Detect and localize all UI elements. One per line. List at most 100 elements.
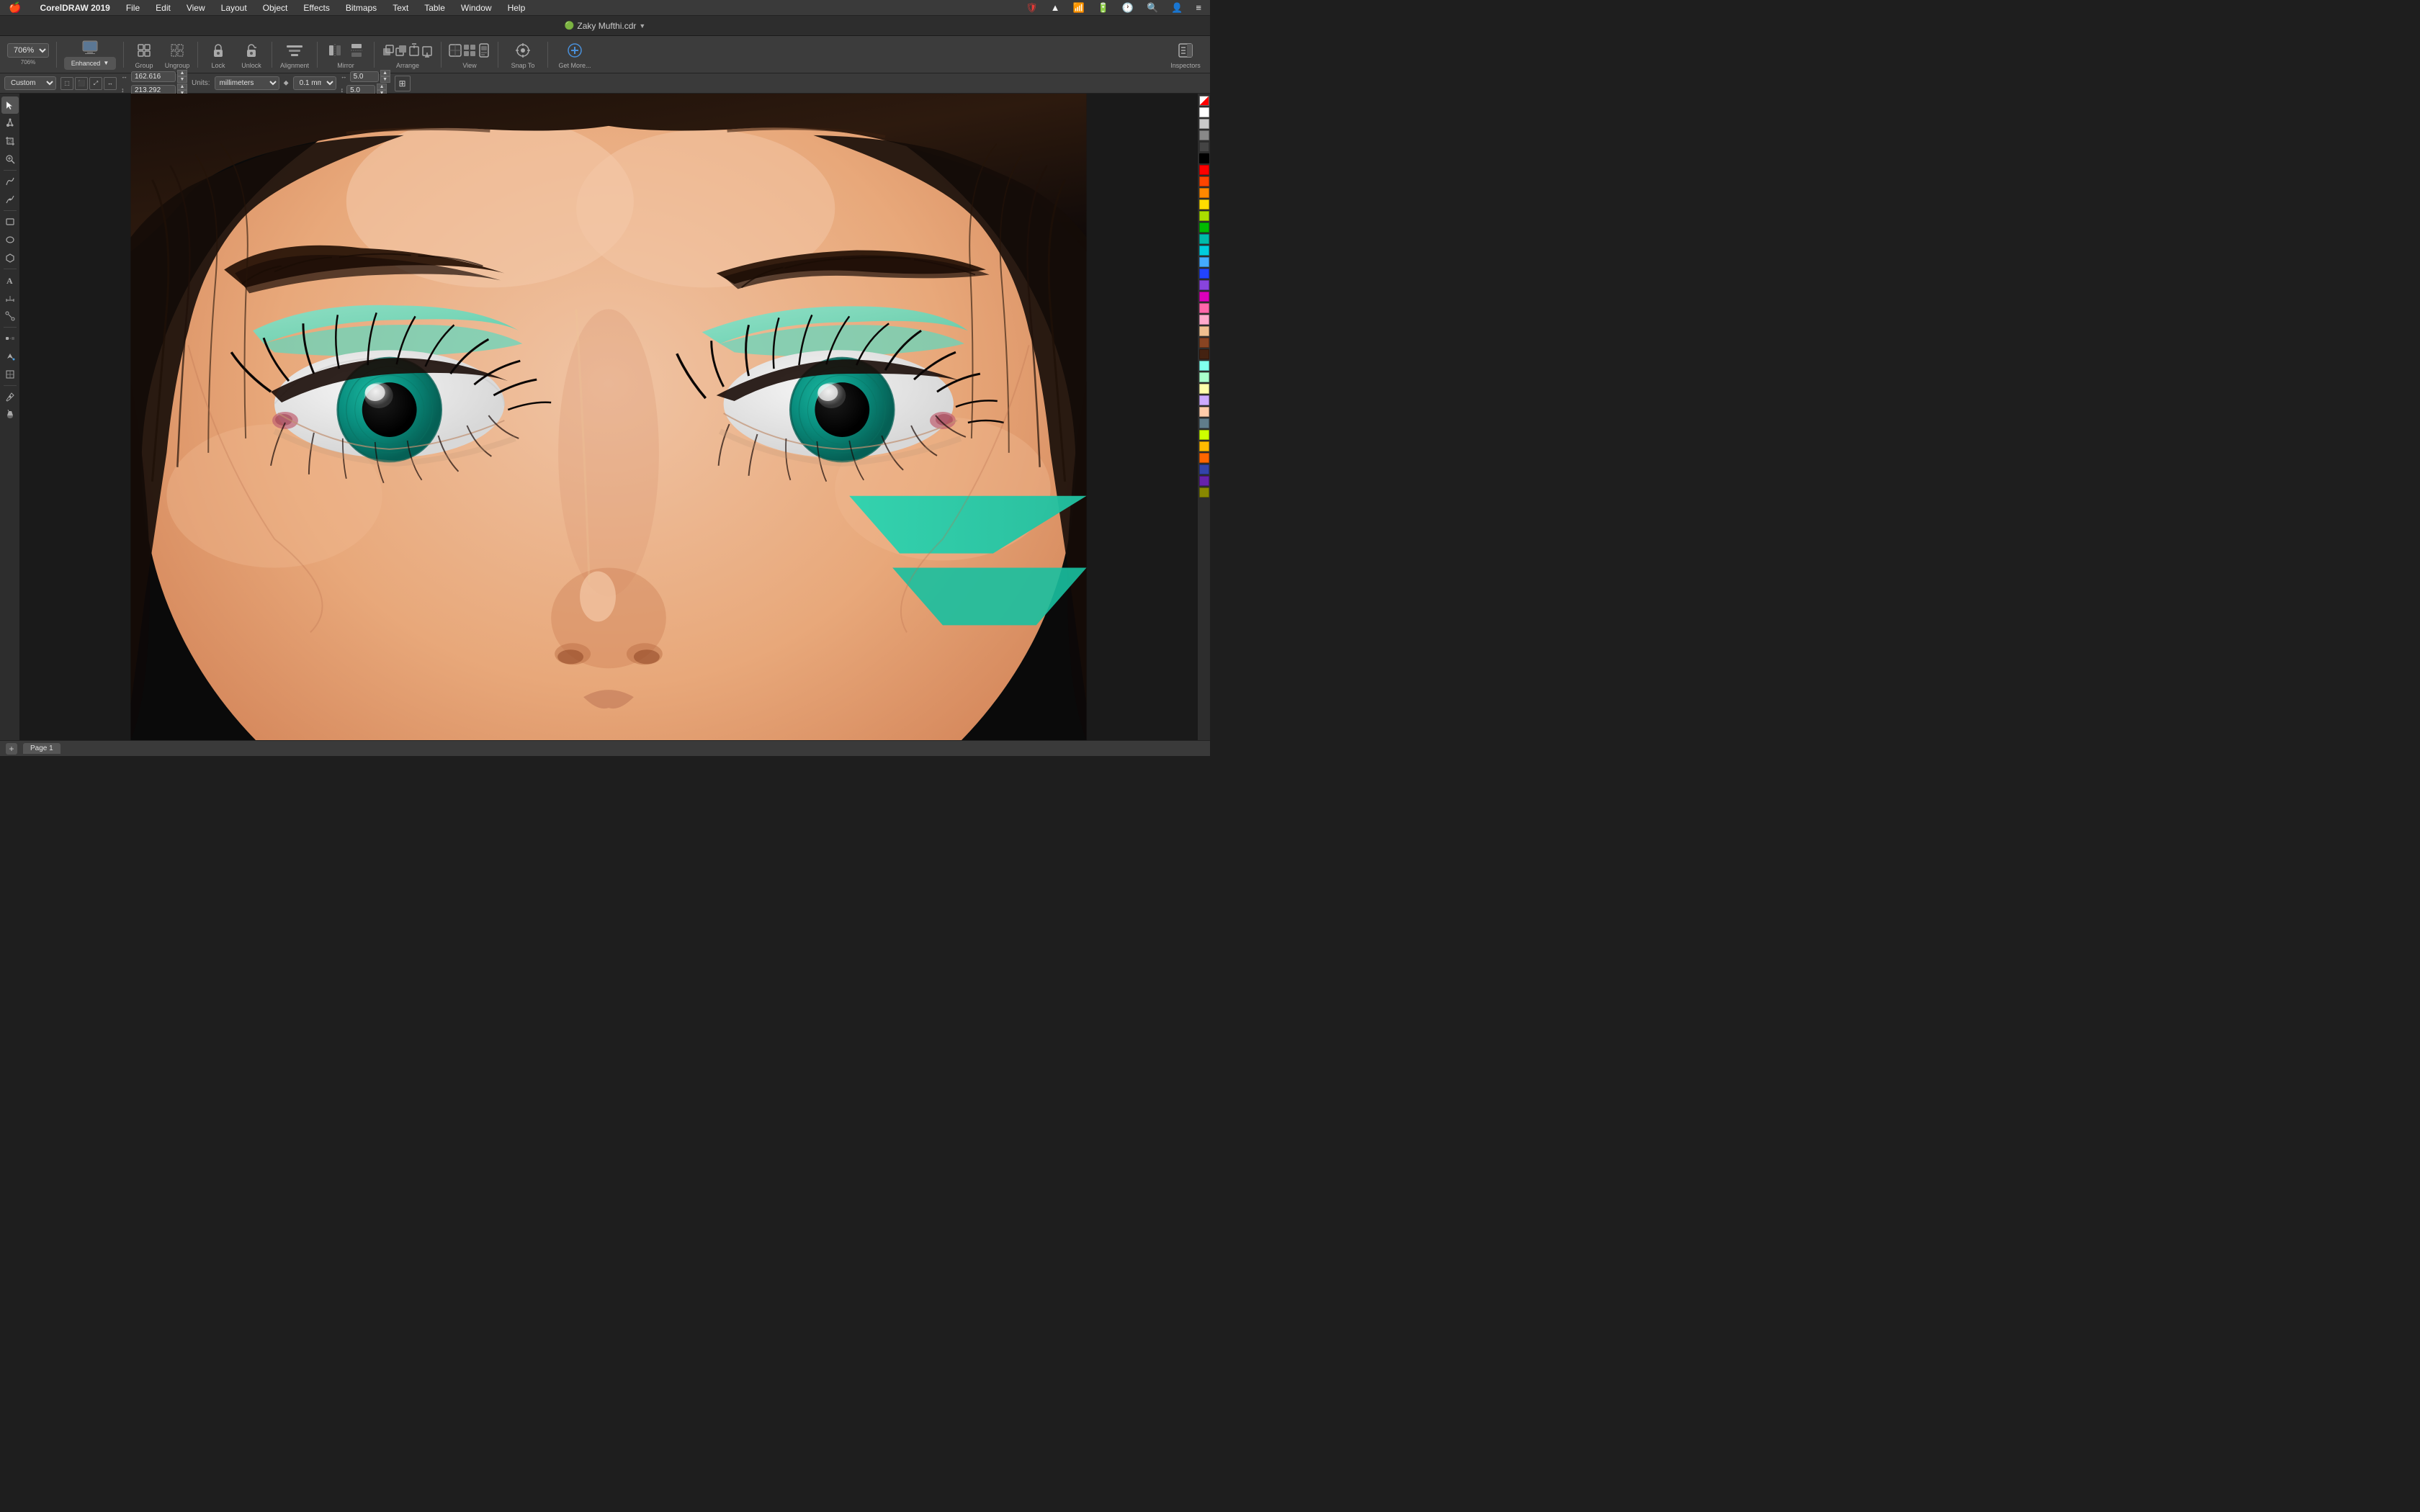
menu-bitmaps[interactable]: Bitmaps bbox=[343, 1, 380, 14]
menu-view[interactable]: View bbox=[184, 1, 208, 14]
select-tool-button[interactable] bbox=[1, 96, 19, 114]
color-swatch-brown[interactable] bbox=[1199, 338, 1209, 348]
title-dropdown-icon[interactable]: ▼ bbox=[639, 22, 645, 30]
menu-app[interactable]: CorelDRAW 2019 bbox=[37, 1, 112, 14]
color-swatch-orange[interactable] bbox=[1199, 188, 1209, 198]
color-swatch-darkgray[interactable] bbox=[1199, 142, 1209, 152]
menu-effects[interactable]: Effects bbox=[300, 1, 332, 14]
ellipse-tool-button[interactable] bbox=[1, 231, 19, 248]
fill-tool-button[interactable] bbox=[1, 348, 19, 365]
view-modes-group[interactable]: Enhanced ▼ bbox=[61, 38, 119, 71]
color-swatch-skin[interactable] bbox=[1199, 326, 1209, 336]
mirror-button[interactable]: Mirror bbox=[322, 38, 369, 71]
color-swatch-lime[interactable] bbox=[1199, 430, 1209, 440]
blend-tool-button[interactable] bbox=[1, 330, 19, 347]
color-swatch-lightgray[interactable] bbox=[1199, 119, 1209, 129]
color-swatch-light-blue[interactable] bbox=[1199, 257, 1209, 267]
nudge-x-up-button[interactable]: ▲ bbox=[380, 70, 390, 76]
page-tab-1[interactable]: Page 1 bbox=[23, 743, 60, 754]
color-swatch-magenta[interactable] bbox=[1199, 292, 1209, 302]
menu-window[interactable]: Window bbox=[458, 1, 495, 14]
canvas-area[interactable] bbox=[20, 94, 1197, 740]
arrange-button[interactable]: Arrange bbox=[379, 38, 436, 71]
thickness-select[interactable]: 0.1 mm 0.5 mm 1.0 mm bbox=[293, 76, 336, 90]
menu-text[interactable]: Text bbox=[390, 1, 411, 14]
width-down-button[interactable]: ▼ bbox=[177, 76, 187, 83]
color-swatch-light-pink[interactable] bbox=[1199, 315, 1209, 325]
menu-edit[interactable]: Edit bbox=[153, 1, 174, 14]
paint-tool-button[interactable] bbox=[1, 406, 19, 423]
nudge-x-input[interactable] bbox=[350, 71, 379, 82]
color-swatch-yellow[interactable] bbox=[1199, 199, 1209, 210]
color-swatch-yellow-green[interactable] bbox=[1199, 211, 1209, 221]
nudge-x-down-button[interactable]: ▼ bbox=[380, 76, 390, 83]
color-swatch-light-green[interactable] bbox=[1199, 372, 1209, 382]
color-swatch-light-teal[interactable] bbox=[1199, 361, 1209, 371]
color-swatch-olive[interactable] bbox=[1199, 487, 1209, 498]
menu-help[interactable]: Help bbox=[505, 1, 529, 14]
color-swatch-pale-yellow[interactable] bbox=[1199, 384, 1209, 394]
text-tool-button[interactable]: A bbox=[1, 271, 19, 289]
color-swatch-indigo[interactable] bbox=[1199, 464, 1209, 474]
group-button[interactable]: Group bbox=[128, 38, 160, 71]
menu-table[interactable]: Table bbox=[421, 1, 448, 14]
menu-object[interactable]: Object bbox=[260, 1, 291, 14]
alignment-button[interactable]: Alignment bbox=[277, 38, 313, 71]
color-swatch-steel-blue[interactable] bbox=[1199, 418, 1209, 428]
color-swatch-deep-orange[interactable] bbox=[1199, 453, 1209, 463]
lock-ratio-button[interactable]: ⬚ bbox=[60, 77, 73, 90]
search-icon[interactable]: 🔍 bbox=[1144, 1, 1161, 15]
color-swatch-cyan[interactable] bbox=[1199, 246, 1209, 256]
color-swatch-peach[interactable] bbox=[1199, 407, 1209, 417]
eyedropper-tool-button[interactable] bbox=[1, 388, 19, 405]
menu-file[interactable]: File bbox=[123, 1, 143, 14]
color-swatch-purple[interactable] bbox=[1199, 280, 1209, 290]
transform-button[interactable]: ⊞ bbox=[395, 76, 411, 91]
rectangle-tool-button[interactable] bbox=[1, 213, 19, 230]
zoom-tool-button[interactable] bbox=[1, 150, 19, 168]
color-swatch-black[interactable] bbox=[1199, 153, 1209, 163]
get-more-button[interactable]: Get More... bbox=[552, 38, 597, 71]
color-swatch-green[interactable] bbox=[1199, 222, 1209, 233]
color-swatch-lavender[interactable] bbox=[1199, 395, 1209, 405]
scale-btn[interactable]: ⤢ bbox=[89, 77, 102, 90]
inspectors-button[interactable]: Inspectors bbox=[1165, 38, 1206, 71]
nudge-y-up-button[interactable]: ▲ bbox=[377, 84, 387, 90]
ungroup-button[interactable]: Ungroup bbox=[161, 38, 193, 71]
notification-icon[interactable]: ≡ bbox=[1193, 1, 1204, 14]
color-swatch-transparent[interactable] bbox=[1199, 96, 1209, 106]
to-page-button[interactable]: ⬛ bbox=[75, 77, 88, 90]
smart-tool-button[interactable] bbox=[1, 191, 19, 208]
color-swatch-teal[interactable] bbox=[1199, 234, 1209, 244]
lock-button[interactable]: Lock bbox=[202, 38, 234, 71]
snap-to-button[interactable]: Snap To bbox=[503, 38, 543, 71]
width-up-button[interactable]: ▲ bbox=[177, 70, 187, 76]
zoom-select[interactable]: 706% 100% 200% 400% bbox=[7, 43, 49, 58]
color-swatch-amber[interactable] bbox=[1199, 441, 1209, 451]
freehand-tool-button[interactable] bbox=[1, 173, 19, 190]
height-up-button[interactable]: ▲ bbox=[177, 84, 187, 90]
color-swatch-gray[interactable] bbox=[1199, 130, 1209, 140]
unlock-button[interactable]: Unlock bbox=[236, 38, 267, 71]
connector-tool-button[interactable] bbox=[1, 307, 19, 325]
apple-menu[interactable]: 🍎 bbox=[6, 0, 24, 15]
width-input[interactable] bbox=[131, 71, 176, 82]
add-page-button[interactable]: + bbox=[6, 743, 17, 755]
color-swatch-red[interactable] bbox=[1199, 165, 1209, 175]
crop-tool-button[interactable] bbox=[1, 132, 19, 150]
dimension-tool-button[interactable] bbox=[1, 289, 19, 307]
units-select[interactable]: millimeters inches pixels centimeters bbox=[215, 76, 279, 90]
polygon-tool-button[interactable] bbox=[1, 249, 19, 266]
color-swatch-orange-red[interactable] bbox=[1199, 176, 1209, 186]
position-preset-select[interactable]: Custom bbox=[4, 76, 56, 90]
shape-tool-button[interactable] bbox=[1, 114, 19, 132]
mesh-fill-tool-button[interactable] bbox=[1, 366, 19, 383]
flip-btn[interactable]: ↔ bbox=[104, 77, 117, 90]
view-button[interactable]: View bbox=[446, 38, 493, 71]
color-swatch-pink[interactable] bbox=[1199, 303, 1209, 313]
color-swatch-deep-purple[interactable] bbox=[1199, 476, 1209, 486]
color-swatch-white[interactable] bbox=[1199, 107, 1209, 117]
color-swatch-dark-brown[interactable] bbox=[1199, 349, 1209, 359]
menu-layout[interactable]: Layout bbox=[218, 1, 250, 14]
color-swatch-blue[interactable] bbox=[1199, 269, 1209, 279]
